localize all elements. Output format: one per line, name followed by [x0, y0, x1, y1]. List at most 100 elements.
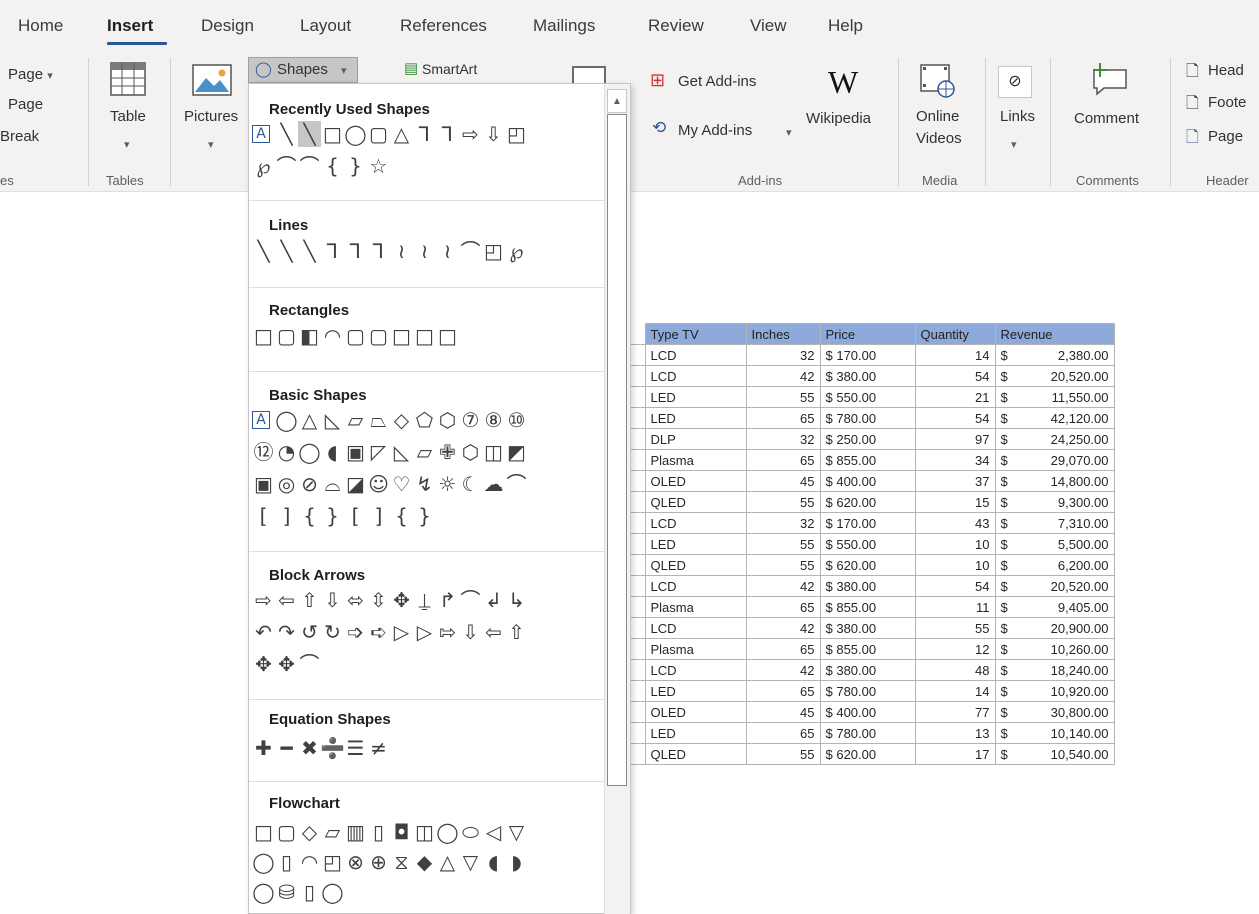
shape-option[interactable]: ≠	[367, 735, 390, 761]
cell-quantity[interactable]: 97	[914, 428, 996, 450]
cell-revenue[interactable]: $20,900.00	[994, 617, 1115, 639]
cell-revenue[interactable]: $7,310.00	[994, 512, 1115, 534]
shape-option[interactable]: ☁	[482, 471, 505, 497]
header-revenue[interactable]: Revenue	[994, 323, 1115, 345]
shape-option[interactable]: ☾	[459, 471, 482, 497]
shape-option[interactable]: ▢	[344, 323, 367, 349]
shape-option[interactable]: □	[390, 323, 413, 349]
shape-option[interactable]: ⅂	[367, 238, 390, 264]
shape-option[interactable]: ↷	[275, 619, 298, 645]
cell-revenue[interactable]: $2,380.00	[994, 344, 1115, 366]
shape-option[interactable]: ◯	[436, 819, 459, 845]
cell-inches[interactable]: 42	[745, 575, 821, 597]
shape-option[interactable]: }	[413, 503, 436, 529]
page-number-button[interactable]: 🗋 Page	[1186, 126, 1259, 150]
cell-type-tv[interactable]: LED	[644, 680, 747, 702]
shape-option[interactable]: ✥	[252, 651, 275, 677]
cell-inches[interactable]: 65	[745, 638, 821, 660]
shape-option[interactable]: ◰	[321, 849, 344, 875]
shape-option[interactable]: ⧖	[390, 849, 413, 875]
shape-option[interactable]: ⑧	[482, 407, 505, 433]
shape-option[interactable]: ╲	[275, 238, 298, 264]
shape-option[interactable]: ◯	[321, 879, 344, 905]
cell-price[interactable]: $ 380.00	[819, 617, 916, 639]
shape-option[interactable]: □	[413, 323, 436, 349]
cell-revenue[interactable]: $20,520.00	[994, 575, 1115, 597]
cell-inches[interactable]: 55	[745, 743, 821, 765]
shape-option[interactable]: ▢	[275, 323, 298, 349]
shape-option[interactable]: ╲	[298, 238, 321, 264]
shape-option[interactable]: ⌒	[275, 153, 298, 179]
cell-price[interactable]: $ 380.00	[819, 659, 916, 681]
cell-quantity[interactable]: 11	[914, 596, 996, 618]
shape-option[interactable]: ▷	[390, 619, 413, 645]
shape-option[interactable]: ⌒	[298, 153, 321, 179]
shape-option[interactable]: ◫	[482, 439, 505, 465]
cell-revenue[interactable]: $5,500.00	[994, 533, 1115, 555]
shape-option[interactable]: ⅂	[344, 238, 367, 264]
tab-layout[interactable]: Layout	[300, 16, 351, 36]
cell-quantity[interactable]: 10	[914, 533, 996, 555]
shape-option[interactable]: □	[436, 323, 459, 349]
shape-option[interactable]: ◠	[298, 849, 321, 875]
shape-option[interactable]: ≀	[390, 238, 413, 264]
cell-inches[interactable]: 65	[745, 722, 821, 744]
cell-inches[interactable]: 42	[745, 617, 821, 639]
shape-option[interactable]: ▯	[367, 819, 390, 845]
cell-quantity[interactable]: 34	[914, 449, 996, 471]
shape-option[interactable]: ]	[367, 503, 390, 529]
shape-option[interactable]: ╲	[252, 238, 275, 264]
shape-option[interactable]: ◗	[505, 849, 528, 875]
shape-option[interactable]: ⬡	[436, 407, 459, 433]
shape-option[interactable]: ℘	[505, 238, 528, 264]
shape-option[interactable]: ↱	[436, 587, 459, 613]
cell-quantity[interactable]: 37	[914, 470, 996, 492]
cell-revenue[interactable]: $10,540.00	[994, 743, 1115, 765]
tab-view[interactable]: View	[750, 16, 787, 36]
cell-price[interactable]: $ 855.00	[819, 638, 916, 660]
cell-revenue[interactable]: $10,920.00	[994, 680, 1115, 702]
cell-type-tv[interactable]: LCD	[644, 575, 747, 597]
shape-option[interactable]: ⏢	[367, 407, 390, 433]
shape-option[interactable]: ▢	[367, 323, 390, 349]
shape-option[interactable]: ⬠	[413, 407, 436, 433]
shape-option[interactable]: ➩	[344, 619, 367, 645]
shape-option[interactable]: ▽	[459, 849, 482, 875]
cell-inches[interactable]: 55	[745, 554, 821, 576]
cell-type-tv[interactable]: DLP	[644, 428, 747, 450]
shape-option[interactable]: ⍊	[413, 587, 436, 613]
shape-option[interactable]: ◆	[413, 849, 436, 875]
text-box-shape-option[interactable]: A	[252, 125, 270, 143]
shape-option[interactable]: ⑫	[252, 439, 275, 465]
cell-revenue[interactable]: $30,800.00	[994, 701, 1115, 723]
cell-inches[interactable]: 65	[745, 407, 821, 429]
cell-price[interactable]: $ 550.00	[819, 386, 916, 408]
cell-quantity[interactable]: 14	[914, 344, 996, 366]
cell-revenue[interactable]: $29,070.00	[994, 449, 1115, 471]
shape-option[interactable]: ✚	[252, 735, 275, 761]
shape-option[interactable]: ◩	[505, 439, 528, 465]
cell-type-tv[interactable]: LCD	[644, 617, 747, 639]
shape-option[interactable]: ⊕	[367, 849, 390, 875]
shape-option[interactable]: ━	[275, 735, 298, 761]
shape-option[interactable]: ⌓	[321, 471, 344, 497]
text-box-shape-option[interactable]: A	[252, 411, 270, 429]
cell-price[interactable]: $ 780.00	[819, 722, 916, 744]
shape-option[interactable]: ◁	[482, 819, 505, 845]
wikipedia-button[interactable]: W Wikipedia	[806, 60, 890, 160]
cell-revenue[interactable]: $6,200.00	[994, 554, 1115, 576]
shape-option[interactable]: {	[321, 153, 344, 179]
cell-revenue[interactable]: $24,250.00	[994, 428, 1115, 450]
shape-option[interactable]: ➪	[367, 619, 390, 645]
shape-option[interactable]: ◰	[482, 238, 505, 264]
tab-home[interactable]: Home	[18, 16, 63, 36]
shape-option[interactable]: □	[252, 323, 275, 349]
cell-price[interactable]: $ 620.00	[819, 743, 916, 765]
shape-option[interactable]: }	[321, 503, 344, 529]
cell-inches[interactable]: 65	[745, 449, 821, 471]
tab-mailings[interactable]: Mailings	[533, 16, 595, 36]
cell-revenue[interactable]: $11,550.00	[994, 386, 1115, 408]
shape-option[interactable]: ◠	[321, 323, 344, 349]
table-button[interactable]: Table ▾	[100, 58, 158, 158]
shape-option[interactable]: ◯	[252, 879, 275, 905]
